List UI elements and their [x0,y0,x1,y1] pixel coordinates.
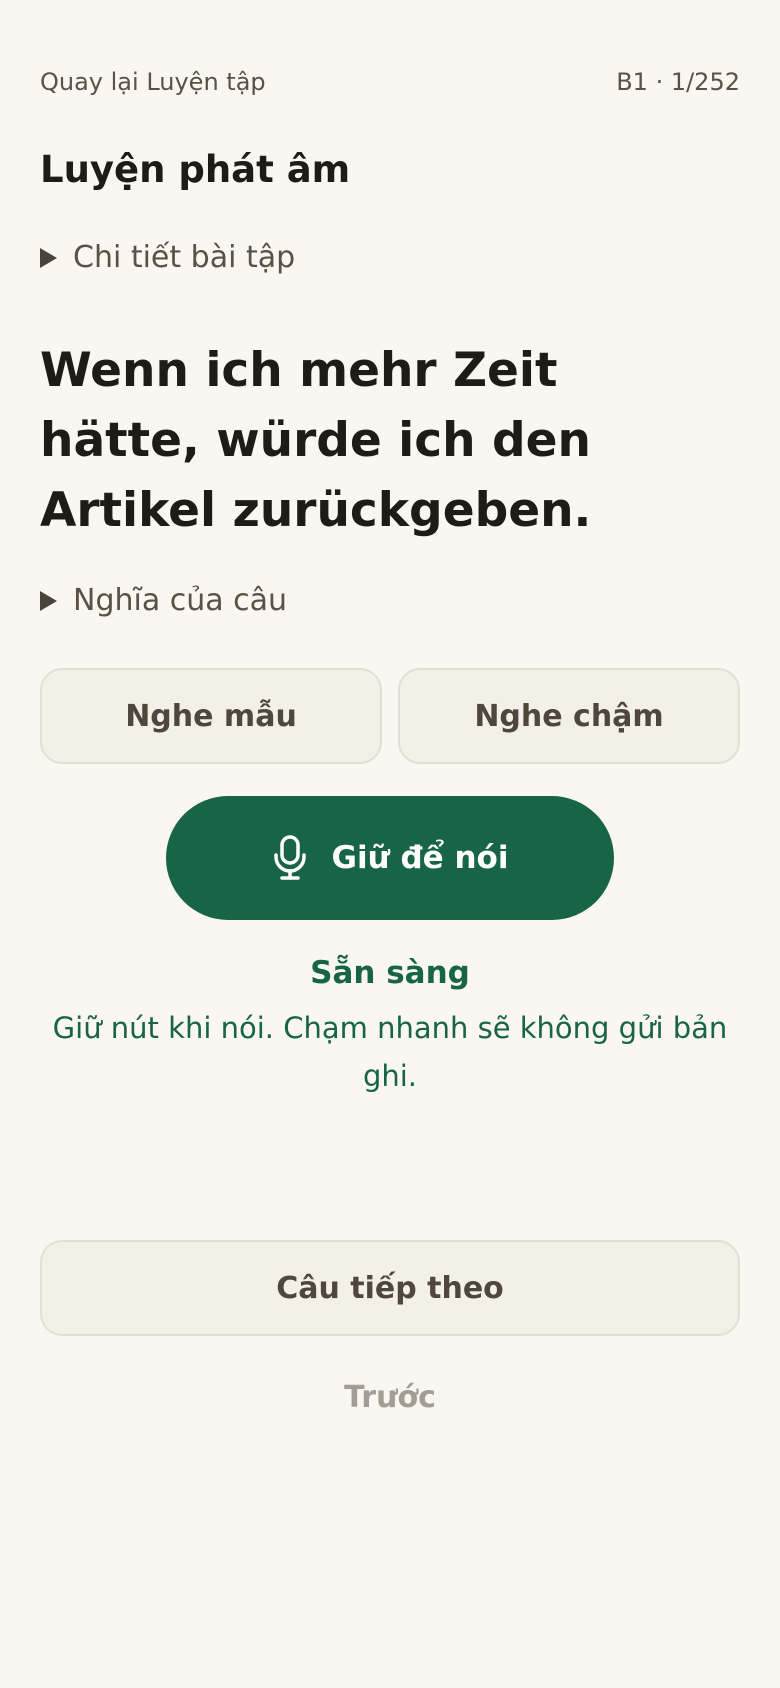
pronunciation-practice-page: Quay lại Luyện tập B1 · 1/252 Luyện phát… [0,0,780,1688]
top-bar: Quay lại Luyện tập B1 · 1/252 [40,68,740,96]
sentence-meaning-label: Nghĩa của câu [73,583,288,618]
next-sentence-button[interactable]: Câu tiếp theo [40,1240,740,1336]
listen-buttons: Nghe mẫu Nghe chậm [40,668,740,764]
sentence-meaning-toggle[interactable]: Nghĩa của câu [40,583,287,618]
exercise-details-toggle[interactable]: Chi tiết bài tập [40,240,295,275]
practice-sentence: Wenn ich mehr Zeit hätte, würde ich den … [40,343,592,538]
exercise-details-label: Chi tiết bài tập [73,240,296,275]
microphone-icon [272,835,308,881]
listen-sample-button[interactable]: Nghe mẫu [40,668,382,764]
status-title: Sẵn sàng [310,955,470,991]
listen-slow-button[interactable]: Nghe chậm [398,668,740,764]
level-progress: B1 · 1/252 [616,68,740,96]
status-hint: Giữ nút khi nói. Chạm nhanh sẽ không gửi… [52,1011,728,1093]
triangle-right-icon [40,247,57,268]
triangle-right-icon [40,590,57,611]
hold-to-speak-label: Giữ để nói [331,840,509,876]
previous-button[interactable]: Trước [40,1380,740,1415]
page-title: Luyện phát âm [40,148,351,191]
hold-to-speak-button[interactable]: Giữ để nói [166,796,614,920]
back-to-practice-link[interactable]: Quay lại Luyện tập [40,68,266,96]
